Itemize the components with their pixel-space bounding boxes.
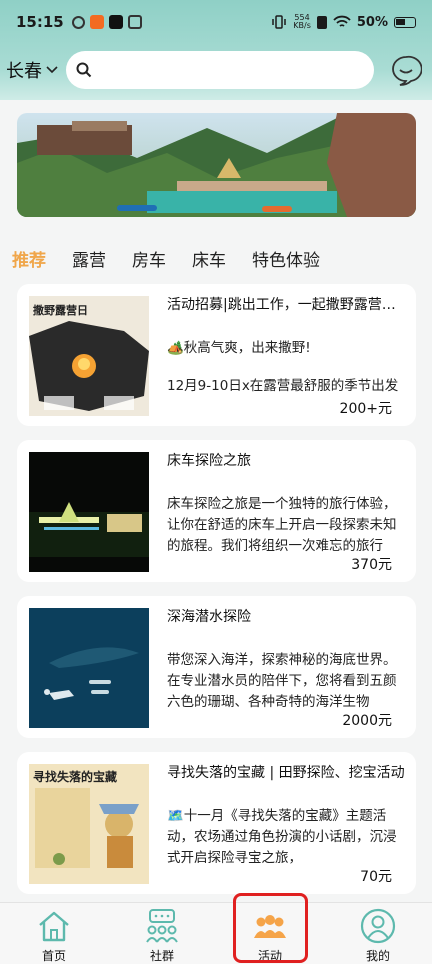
taobao-icon — [89, 15, 104, 29]
activity-price: 70元 — [360, 869, 392, 885]
activity-price: 370元 — [351, 557, 392, 573]
highlight-annotation — [233, 893, 308, 963]
search-input[interactable] — [98, 62, 348, 78]
activity-title: 活动招募|跳出工作，一起撒野露营啦！ — [167, 297, 407, 313]
nav-profile[interactable]: 我的 — [324, 903, 432, 964]
city-selector[interactable]: 长春 — [6, 57, 59, 83]
banner-image[interactable] — [17, 113, 416, 217]
activity-thumbnail: 寻找失落的宝藏 — [29, 764, 149, 884]
activity-card[interactable]: 床车探险之旅 床车探险之旅是一个独特的旅行体验，让你在舒适的床车上开启一段探索未… — [17, 440, 416, 582]
network-speed: 554 KB/s — [293, 14, 311, 30]
activity-description: 床车探险之旅是一个独特的旅行体验，让你在舒适的床车上开启一段探索未知的旅程。我们… — [167, 496, 397, 554]
search-icon — [76, 62, 92, 78]
activity-title: 床车探险之旅 — [167, 453, 251, 469]
tab-recommend[interactable]: 推荐 — [12, 246, 46, 271]
sim-icon — [316, 15, 327, 29]
activity-card[interactable]: 撒野露营日 活动招募|跳出工作，一起撒野露营啦！ 🏕️秋高气爽，出来撒野! 12… — [17, 284, 416, 426]
poster-title: 寻找失落的宝藏 — [33, 770, 118, 784]
activity-card[interactable]: 深海潜水探险 带您深入海洋，探索神秘的海底世界。在专业潜水员的陪伴下，您将看到五… — [17, 596, 416, 738]
message-app-icon — [127, 15, 142, 29]
activity-title: 深海潜水探险 — [167, 609, 251, 625]
nav-profile-label: 我的 — [365, 949, 390, 963]
profile-icon — [360, 908, 396, 944]
tiktok-icon — [108, 15, 123, 29]
wifi-icon — [333, 15, 351, 27]
network-speed-unit: KB/s — [293, 21, 311, 30]
banner-scenery — [17, 113, 416, 217]
activity-thumbnail — [29, 452, 149, 572]
diver-image — [29, 608, 149, 728]
home-icon — [39, 911, 69, 942]
activity-date-line: 12月9-10日x在露营最舒服的季节出发 — [167, 378, 399, 394]
nav-community-label: 社群 — [149, 949, 174, 963]
top-header: 长春 — [0, 48, 432, 92]
activity-price: 200+元 — [339, 401, 392, 417]
bottom-navigation: 首页 社群 活动 我的 — [0, 902, 432, 964]
tab-bed-car[interactable]: 床车 — [192, 246, 226, 271]
activity-price: 2000元 — [342, 713, 392, 729]
activity-title: 寻找失落的宝藏 | 田野探险、挖宝活动 — [167, 765, 405, 781]
status-right: 554 KB/s 50% — [271, 14, 416, 30]
activity-thumbnail: 撒野露营日 — [29, 296, 149, 416]
nav-home[interactable]: 首页 — [0, 903, 108, 964]
tab-camping[interactable]: 露营 — [72, 246, 106, 271]
search-bar[interactable] — [66, 51, 374, 89]
chat-bubble-icon[interactable] — [390, 54, 422, 86]
status-bar: 15:15 554 KB/s 50% — [0, 0, 432, 44]
activity-thumbnail — [29, 608, 149, 728]
poster-title: 撒野露营日 — [33, 304, 88, 317]
tab-special-experience[interactable]: 特色体验 — [252, 246, 320, 271]
nav-community[interactable]: 社群 — [108, 903, 216, 964]
status-time: 15:15 — [16, 13, 64, 31]
night-stage-image — [29, 452, 149, 572]
category-tabs: 推荐 露营 房车 床车 特色体验 — [0, 238, 432, 278]
activity-description: 带您深入海洋，探索神秘的海底世界。在专业潜水员的陪伴下，您将看到五颜六色的珊瑚、… — [167, 652, 397, 710]
activity-description: 🏕️秋高气爽，出来撒野! — [167, 340, 311, 356]
community-icon — [146, 909, 178, 943]
nav-home-label: 首页 — [41, 949, 66, 963]
chevron-down-icon — [46, 66, 58, 74]
activity-card[interactable]: 寻找失落的宝藏 寻找失落的宝藏 | 田野探险、挖宝活动 🗺️十一月《寻找失落的宝… — [17, 752, 416, 894]
app-notification-icon — [71, 15, 85, 29]
activity-description: 🗺️十一月《寻找失落的宝藏》主题活动，农场通过角色扮演的小话剧，沉浸式开启探险寻… — [167, 808, 397, 866]
tab-rv[interactable]: 房车 — [132, 246, 166, 271]
battery-icon — [394, 16, 416, 28]
vibrate-icon — [272, 15, 287, 29]
battery-percent: 50% — [356, 14, 388, 30]
city-name: 长春 — [6, 61, 42, 82]
